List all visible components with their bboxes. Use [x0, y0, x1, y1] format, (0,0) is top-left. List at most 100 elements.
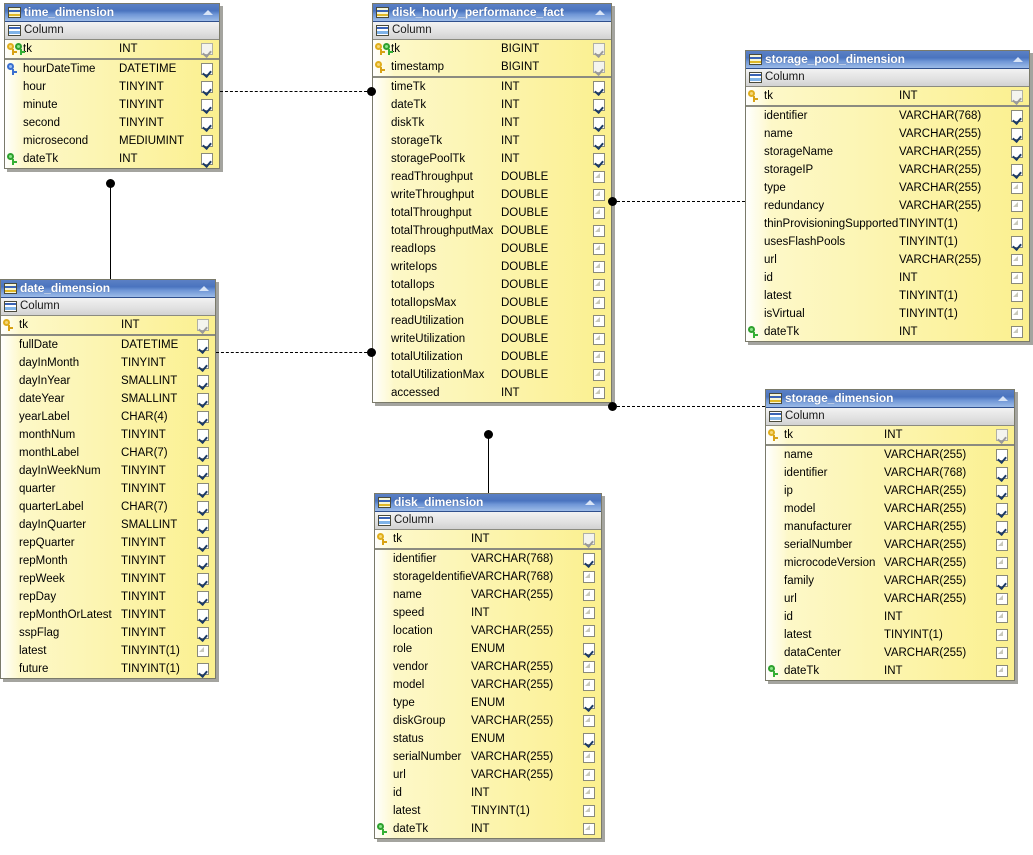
column-checkbox-cell[interactable] — [589, 315, 609, 327]
column-row[interactable]: storageTk INT — [373, 132, 611, 150]
column-checkbox-cell[interactable] — [992, 521, 1012, 533]
column-row[interactable]: family VARCHAR(255) — [766, 572, 1014, 590]
column-checkbox-cell[interactable] — [193, 411, 213, 423]
column-checkbox-cell[interactable] — [193, 537, 213, 549]
checkbox-checked-icon[interactable] — [1011, 164, 1023, 176]
column-row[interactable]: ip VARCHAR(255) — [766, 482, 1014, 500]
column-row[interactable]: usesFlashPools TINYINT(1) — [746, 233, 1029, 251]
checkbox-unchecked-icon[interactable] — [1011, 308, 1023, 320]
column-checkbox-cell[interactable] — [193, 319, 213, 331]
column-checkbox-cell[interactable] — [579, 805, 599, 817]
column-checkbox-cell[interactable] — [579, 751, 599, 763]
column-checkbox-cell[interactable] — [1007, 200, 1027, 212]
checkbox-checked-icon[interactable] — [201, 81, 213, 93]
column-checkbox-cell[interactable] — [193, 393, 213, 405]
column-checkbox-cell[interactable] — [992, 557, 1012, 569]
column-checkbox-cell[interactable] — [193, 555, 213, 567]
table-title-bar[interactable]: time_dimension — [5, 4, 219, 22]
column-checkbox-cell[interactable] — [1007, 218, 1027, 230]
checkbox-checked-icon[interactable] — [197, 519, 209, 531]
column-checkbox-cell[interactable] — [992, 647, 1012, 659]
relationship-connector-time-to-fact[interactable] — [220, 91, 372, 92]
checkbox-checked-icon[interactable] — [996, 467, 1008, 479]
column-checkbox-cell[interactable] — [193, 591, 213, 603]
column-checkbox-cell[interactable] — [579, 697, 599, 709]
column-row[interactable]: name VARCHAR(255) — [766, 446, 1014, 464]
column-row[interactable]: accessed INT — [373, 384, 611, 402]
checkbox-disabled-checked-icon[interactable] — [201, 43, 213, 55]
column-row[interactable]: id INT — [746, 269, 1029, 287]
column-row[interactable]: timestamp BIGINT — [373, 58, 611, 76]
column-checkbox-cell[interactable] — [579, 533, 599, 545]
column-checkbox-cell[interactable] — [589, 297, 609, 309]
checkbox-unchecked-icon[interactable] — [1011, 326, 1023, 338]
column-row[interactable]: serialNumber VARCHAR(255) — [375, 748, 601, 766]
relationship-connector-fact-to-storage[interactable] — [612, 406, 765, 407]
table-node-time_dimension[interactable]: time_dimension Column tk INT hourDateTime DAT… — [4, 3, 220, 169]
column-checkbox-cell[interactable] — [579, 715, 599, 727]
column-row[interactable]: diskTk INT — [373, 114, 611, 132]
collapse-chevron-up-icon[interactable] — [202, 8, 215, 17]
column-row[interactable]: future TINYINT(1) — [1, 660, 215, 678]
column-checkbox-cell[interactable] — [1007, 290, 1027, 302]
column-row[interactable]: sspFlag TINYINT — [1, 624, 215, 642]
column-checkbox-cell[interactable] — [579, 625, 599, 637]
table-node-storage_pool_dimension[interactable]: storage_pool_dimension Column tk INT identif… — [745, 50, 1030, 342]
column-section-header[interactable]: Column — [746, 69, 1029, 87]
column-row[interactable]: repWeek TINYINT — [1, 570, 215, 588]
column-row[interactable]: quarterLabel CHAR(7) — [1, 498, 215, 516]
checkbox-unchecked-icon[interactable] — [996, 539, 1008, 551]
column-row[interactable]: repDay TINYINT — [1, 588, 215, 606]
column-row[interactable]: latest TINYINT(1) — [746, 287, 1029, 305]
column-row[interactable]: writeThroughput DOUBLE — [373, 186, 611, 204]
checkbox-unchecked-icon[interactable] — [1011, 272, 1023, 284]
column-checkbox-cell[interactable] — [589, 117, 609, 129]
column-checkbox-cell[interactable] — [579, 769, 599, 781]
column-row[interactable]: tk INT — [1, 316, 215, 334]
column-section-header[interactable]: Column — [1, 298, 215, 316]
relationship-connector-time-to-date[interactable] — [110, 183, 111, 279]
column-row[interactable]: isVirtual TINYINT(1) — [746, 305, 1029, 323]
checkbox-checked-icon[interactable] — [197, 429, 209, 441]
column-row[interactable]: name VARCHAR(255) — [375, 586, 601, 604]
column-row[interactable]: second TINYINT — [5, 114, 219, 132]
checkbox-unchecked-icon[interactable] — [583, 823, 595, 835]
checkbox-checked-icon[interactable] — [593, 135, 605, 147]
column-checkbox-cell[interactable] — [589, 369, 609, 381]
column-checkbox-cell[interactable] — [589, 43, 609, 55]
checkbox-unchecked-icon[interactable] — [996, 647, 1008, 659]
checkbox-unchecked-icon[interactable] — [583, 769, 595, 781]
column-row[interactable]: id INT — [375, 784, 601, 802]
column-row[interactable]: dayInYear SMALLINT — [1, 372, 215, 390]
column-row[interactable]: dateTk INT — [5, 150, 219, 168]
relationship-connector-fact-to-disk[interactable] — [488, 434, 489, 493]
checkbox-unchecked-icon[interactable] — [1011, 290, 1023, 302]
checkbox-checked-icon[interactable] — [197, 339, 209, 351]
column-row[interactable]: name VARCHAR(255) — [746, 125, 1029, 143]
column-checkbox-cell[interactable] — [992, 665, 1012, 677]
column-row[interactable]: tk INT — [766, 426, 1014, 444]
column-row[interactable]: repMonthOrLatest TINYINT — [1, 606, 215, 624]
column-checkbox-cell[interactable] — [579, 679, 599, 691]
checkbox-disabled-checked-icon[interactable] — [583, 533, 595, 545]
column-row[interactable]: microcodeVersion VARCHAR(255) — [766, 554, 1014, 572]
checkbox-unchecked-icon[interactable] — [583, 715, 595, 727]
column-checkbox-cell[interactable] — [1007, 254, 1027, 266]
collapse-chevron-up-icon[interactable] — [198, 284, 211, 293]
column-checkbox-cell[interactable] — [1007, 90, 1027, 102]
column-checkbox-cell[interactable] — [589, 351, 609, 363]
column-row[interactable]: dateTk INT — [766, 662, 1014, 680]
column-checkbox-cell[interactable] — [193, 627, 213, 639]
checkbox-disabled-checked-icon[interactable] — [593, 61, 605, 73]
table-title-bar[interactable]: disk_dimension — [375, 494, 601, 512]
column-checkbox-cell[interactable] — [589, 261, 609, 273]
checkbox-unchecked-icon[interactable] — [996, 665, 1008, 677]
table-node-storage_dimension[interactable]: storage_dimension Column tk INT name VARCHAR(… — [765, 389, 1015, 681]
column-row[interactable]: repMonth TINYINT — [1, 552, 215, 570]
checkbox-checked-icon[interactable] — [593, 117, 605, 129]
column-checkbox-cell[interactable] — [193, 501, 213, 513]
table-title-bar[interactable]: disk_hourly_performance_fact — [373, 4, 611, 22]
column-section-header[interactable]: Column — [373, 22, 611, 40]
checkbox-checked-icon[interactable] — [593, 153, 605, 165]
column-checkbox-cell[interactable] — [193, 663, 213, 675]
